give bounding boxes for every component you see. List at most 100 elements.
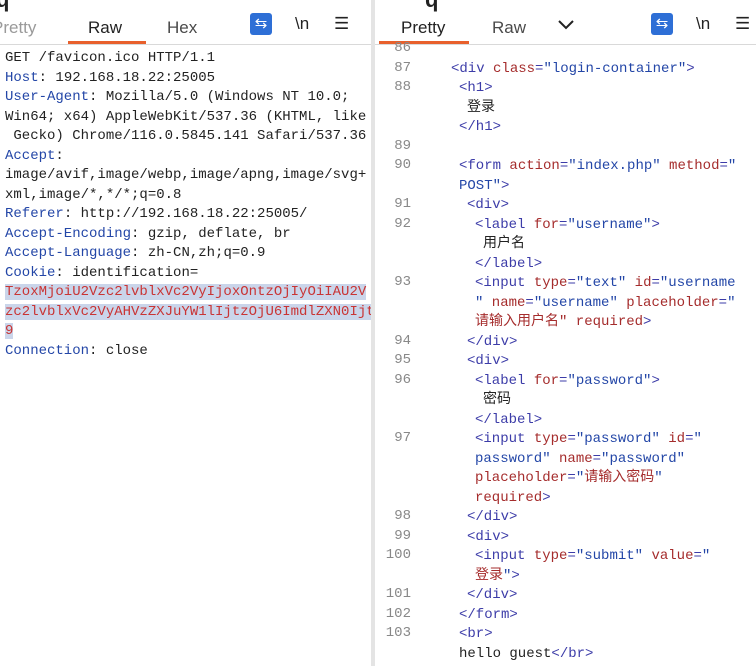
tab-pretty[interactable]: Pretty <box>0 18 36 40</box>
source-token: "index.php" <box>568 158 661 174</box>
source-token: <br> <box>459 626 493 642</box>
source-line: </label> <box>475 411 542 431</box>
wrap-lines-icon[interactable]: ⇆ <box>651 13 673 35</box>
source-token: 请输入密码 <box>584 470 655 486</box>
source-token: for <box>525 372 560 389</box>
source-token: </h1> <box>459 119 502 135</box>
source-line: " name="username" placeholder=" <box>475 294 735 314</box>
source-line: password" name="password" <box>475 450 685 470</box>
request-line: GET /favicon.ico HTTP/1.1 <box>5 49 215 69</box>
source-token: = <box>719 158 728 174</box>
source-token: <div> <box>467 197 510 213</box>
source-token: <form <box>459 158 502 174</box>
line-number: 99 <box>394 527 411 544</box>
source-token: "username" <box>567 216 652 233</box>
source-token: class <box>484 60 536 77</box>
request-tabbar: Pretty Raw Hex ⇆ \n ☰ <box>0 0 371 45</box>
source-token: 密码 <box>483 392 511 408</box>
source-line: 登录"> <box>475 567 520 587</box>
source-token: type <box>525 275 568 291</box>
line-number: 100 <box>385 547 411 563</box>
cookie-value-selected: TzoxMjoiU2Vzc2lvblxVc2VyIjoxOntzOjIyOiIA… <box>5 284 367 300</box>
source-token: > <box>501 177 510 194</box>
line-number: 94 <box>394 332 411 349</box>
source-token: <h1> <box>459 80 493 96</box>
source-token: " <box>575 470 585 486</box>
line-number: 98 <box>394 508 411 524</box>
header-value: : 192.168.18.22:25005 <box>38 69 216 86</box>
tab-hex[interactable]: Hex <box>167 18 197 40</box>
header-value: xml,image/*,*/*;q=0.8 <box>5 186 182 203</box>
source-token: "submit" <box>575 548 644 564</box>
tab-raw[interactable]: Raw <box>492 18 526 40</box>
source-token: = <box>651 275 660 291</box>
line-number: 103 <box>385 625 411 641</box>
line-number: 91 <box>394 196 411 212</box>
source-token: "password" <box>567 372 652 389</box>
source-token: = <box>693 548 702 564</box>
source-line: <div> <box>467 528 509 548</box>
source-line: <input type="submit" value=" <box>475 547 710 567</box>
source-token: POST" <box>459 177 502 194</box>
header-name: Host <box>5 69 39 86</box>
source-token: "login-container" <box>543 60 687 77</box>
header-name: Cookie <box>5 264 56 281</box>
source-token: " <box>693 431 702 447</box>
source-token: for <box>525 216 560 233</box>
response-tabbar: Pretty Raw ⇆ \n ☰ <box>375 0 756 45</box>
cookie-value-selected: 9 <box>5 323 14 339</box>
wrap-lines-icon[interactable]: ⇆ <box>250 13 272 35</box>
source-token: action <box>501 158 560 174</box>
source-token: "username" <box>533 294 618 311</box>
header-value: : Mozilla/5.0 (Windows NT 10.0; <box>89 89 350 105</box>
source-line: hello guest</br> <box>459 645 593 665</box>
source-line: POST"> <box>459 177 509 197</box>
source-line: 请输入用户名" required> <box>475 313 651 333</box>
request-line: User-Agent: Mozilla/5.0 (Windows NT 10.0… <box>5 88 349 108</box>
source-line: <br> <box>459 625 493 645</box>
source-token: = <box>559 158 569 174</box>
source-line: 用户名 <box>483 235 525 255</box>
source-token: name <box>483 294 526 311</box>
line-number: 93 <box>394 274 411 290</box>
line-number: 88 <box>394 79 411 95</box>
response-source[interactable]: 86 87 <div class="login-container"> 88 <h1> 登… <box>375 40 756 666</box>
source-line: placeholder="请输入密码" <box>475 469 663 489</box>
tab-pretty[interactable]: Pretty <box>401 18 445 40</box>
source-token: > <box>686 60 695 77</box>
source-token: required <box>475 489 543 506</box>
source-token: "username <box>659 275 736 291</box>
header-value: : identification= <box>55 264 199 281</box>
menu-icon[interactable]: ☰ <box>334 14 349 34</box>
header-value: : <box>55 147 64 164</box>
source-token: placeholder <box>475 470 568 486</box>
source-token: </label> <box>475 255 543 272</box>
line-number: 95 <box>394 352 411 368</box>
source-line: <input type="text" id="username <box>475 274 736 294</box>
source-token: = <box>525 294 534 311</box>
source-token: "password" <box>601 450 686 467</box>
source-token: password" <box>475 450 551 467</box>
source-line: 登录 <box>467 99 495 119</box>
raw-request-text[interactable]: GET /favicon.ico HTTP/1.1 Host: 192.168.1… <box>0 46 371 666</box>
menu-icon[interactable]: ☰ <box>735 14 750 34</box>
source-token: <input <box>475 431 526 447</box>
source-token: > <box>651 372 660 389</box>
request-line: Accept-Encoding: gzip, deflate, br <box>5 225 291 245</box>
chevron-down-icon[interactable] <box>557 16 575 36</box>
source-line: </form> <box>459 606 518 626</box>
source-token: = <box>567 275 576 291</box>
source-token: </div> <box>467 333 518 350</box>
request-pane: q Pretty Raw Hex ⇆ \n ☰ GET /favicon.ico… <box>0 0 371 666</box>
request-line: image/avif,image/webp,image/apng,image/s… <box>5 166 366 186</box>
header-value: image/avif,image/webp,image/apng,image/s… <box>5 167 367 183</box>
tab-raw[interactable]: Raw <box>88 18 122 40</box>
source-token: = <box>567 431 576 447</box>
header-name: User-Agent <box>5 89 90 105</box>
newline-toggle-icon[interactable]: \n <box>295 14 309 34</box>
source-line: <div> <box>467 352 509 372</box>
source-line: <label for="username"> <box>475 216 660 236</box>
header-value: Win64; x64) AppleWebKit/537.36 (KHTML, l… <box>5 108 367 125</box>
cookie-value-selected: zc2lvblxVc2VyAHVzZXJuYW1lIjtzOjU6ImdlZXN… <box>5 303 371 320</box>
newline-toggle-icon[interactable]: \n <box>696 14 710 34</box>
